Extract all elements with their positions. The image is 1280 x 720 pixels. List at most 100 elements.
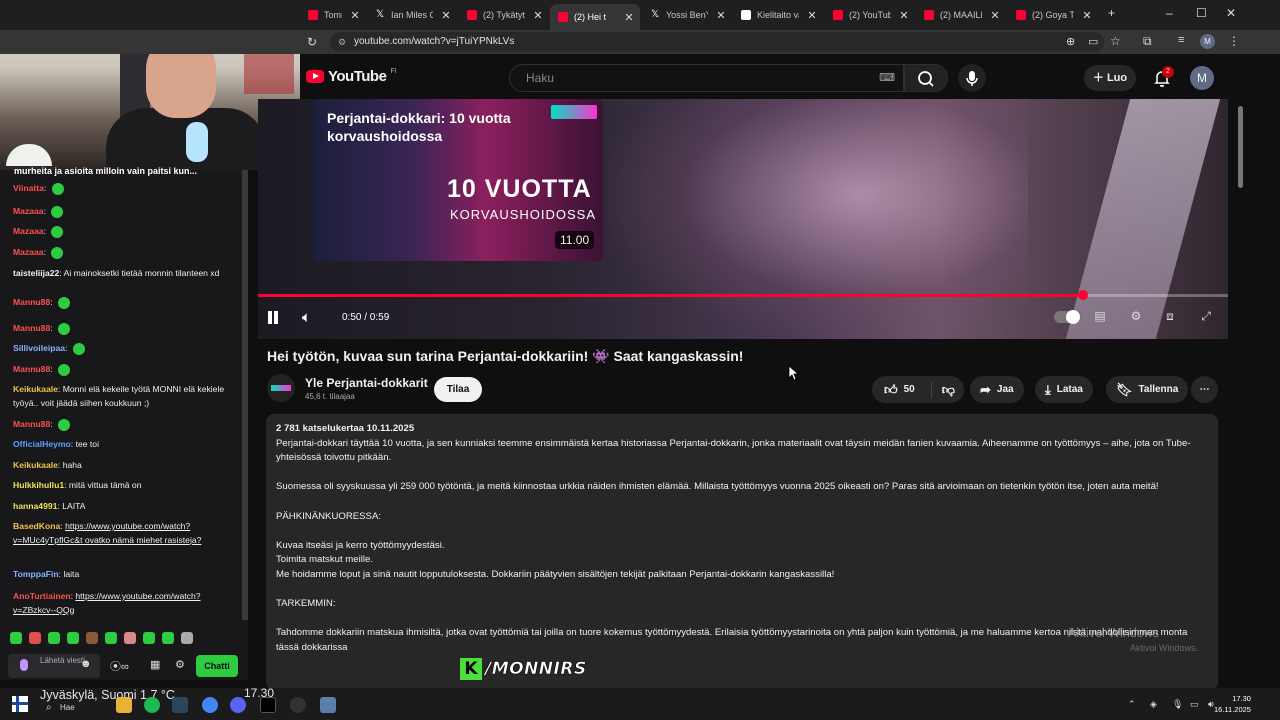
chrome-icon[interactable] [202,697,218,713]
search-input[interactable]: Haku ⌨ [509,64,904,92]
tab-close-icon[interactable]: ✕ [439,9,453,22]
chat-send-button[interactable]: Chatti [196,655,238,677]
chat-username[interactable]: Mazaaa [13,247,44,257]
reload-icon[interactable]: ↻ [307,35,317,49]
steam-icon[interactable] [172,697,188,713]
chat-username[interactable]: hanna4991 [13,501,57,511]
emote-icon[interactable] [48,632,60,644]
youtube-logo[interactable]: YouTube FI [306,68,397,85]
download-button[interactable]: ⤓ Lataa [1035,376,1093,403]
channel-avatar[interactable] [267,374,295,402]
tab-close-icon[interactable]: ✕ [622,11,636,24]
browser-tab[interactable]: Kielitaito va ✕ [733,4,823,26]
site-info-icon[interactable]: ⚙ [338,32,346,52]
browser-tab[interactable]: (2) YouTube ✕ [825,4,915,26]
search-button[interactable] [904,64,948,92]
browser-tab[interactable]: 𝕏 Ian Miles Ch ✕ [367,4,457,26]
emote-icon[interactable] [162,632,174,644]
system-clock[interactable]: 17.30 16.11.2025 [1214,693,1251,715]
autoplay-toggle[interactable] [1054,310,1082,324]
emote-icon[interactable] [10,632,22,644]
speaker-icon[interactable]: 🔊︎ [1208,699,1214,710]
like-count[interactable]: 50 [904,384,915,395]
emote-picker-icon[interactable]: ☻ [80,658,92,670]
miniplayer-icon[interactable]: ⧈ [1160,309,1180,325]
voice-search-button[interactable] [958,64,986,92]
bookmark-star-icon[interactable]: ☆ [1110,34,1121,48]
new-tab-button[interactable]: + [1108,6,1115,20]
emote-icon[interactable] [67,632,79,644]
store-icon[interactable]: ▦ [150,658,160,671]
pause-icon[interactable] [266,310,280,326]
chat-scrollbar[interactable] [242,170,248,620]
browser-tab[interactable]: (2) MAAILM ✕ [916,4,1006,26]
emote-icon[interactable] [143,632,155,644]
subtitles-icon[interactable]: ▤ [1090,309,1110,325]
chat-username[interactable]: Keikukaale [13,384,58,394]
progress-scrubber[interactable] [1078,290,1088,300]
page-scroll-thumb[interactable] [1238,106,1243,188]
chat-username[interactable]: Mannu88 [13,364,50,374]
emote-icon[interactable] [86,632,98,644]
video-player[interactable]: Perjantai-dokkari: 10 vuotta korvaushoid… [258,99,1228,339]
profile-avatar[interactable]: M [1200,34,1215,49]
share-button[interactable]: ➦ Jaa [970,376,1024,403]
address-bar[interactable]: ⚙ youtube.com/watch?v=jTuiYPNkLVs [330,32,1104,52]
channel-points-icon[interactable]: ⦿∞ [110,658,129,674]
file-explorer-icon[interactable] [116,697,132,713]
zoom-icon[interactable]: ⊕ [1066,35,1075,48]
browser-tab[interactable]: (2) Goya Tru ✕ [1008,4,1098,26]
save-button[interactable]: 🔖︎ Tallenna [1106,376,1189,403]
tab-close-icon[interactable]: ✕ [714,9,728,22]
obs-icon[interactable] [290,697,306,713]
emote-icon[interactable] [105,632,117,644]
chat-settings-icon[interactable]: ⚙ [175,658,185,671]
network-icon[interactable]: ▭ [1190,699,1199,710]
dislike-icon[interactable]: 👎︎ [930,381,955,398]
browser-tab[interactable]: (2) Tykätyt v ✕ [459,4,549,26]
tab-close-icon[interactable]: ✕ [348,9,362,22]
keyboard-icon[interactable]: ⌨ [879,65,895,91]
taskbar-search[interactable]: ⌕ Hae [40,699,100,717]
chat-username[interactable]: Mazaaa [13,226,44,236]
browser-menu-icon[interactable]: ⋮ [1228,34,1240,48]
extensions-icon[interactable]: ⧉ [1143,34,1152,49]
close-window-button[interactable]: ✕ [1226,6,1236,20]
chat-username[interactable]: Keikukaale [13,460,58,470]
chat-username[interactable]: taisteliija22 [13,268,59,278]
account-avatar[interactable]: M [1190,66,1214,90]
settings-gear-icon[interactable]: ⚙ [1126,309,1146,325]
chat-username[interactable]: AnoTurtiainen [13,591,71,601]
tab-close-icon[interactable]: ✕ [531,9,545,22]
tab-close-icon[interactable]: ✕ [897,9,911,22]
chat-username[interactable]: Mannu88 [13,297,50,307]
page-scrollbar[interactable] [1236,54,1244,690]
tray-mic-icon[interactable]: 🎙︎ [1172,699,1183,710]
minimize-button[interactable]: – [1166,6,1173,20]
chat-username[interactable]: Mannu88 [13,419,50,429]
volume-icon[interactable]: 🔈︎ [302,309,311,326]
create-button[interactable]: ＋ Luo [1084,65,1136,91]
chat-username[interactable]: BasedKona [13,521,60,531]
tab-close-icon[interactable]: ✕ [805,9,819,22]
end-screen-card[interactable]: Perjantai-dokkari: 10 vuotta korvaushoid… [313,99,603,261]
browser-tab[interactable]: (2) Hei t ✕ [550,4,640,30]
more-actions-button[interactable]: ⋯ [1191,376,1218,403]
subscribe-button[interactable]: Tilaa [434,377,482,402]
like-icon[interactable]: 👍︎ [884,382,898,398]
emote-icon[interactable] [124,632,136,644]
chat-username[interactable]: Mazaaa [13,206,44,216]
browser-tab[interactable]: Tommy Rob ✕ [300,4,366,26]
channel-name[interactable]: Yle Perjantai-dokkarit [305,376,428,390]
chat-username[interactable]: OfficialHeymo [13,439,71,449]
chat-username[interactable]: Sillivoileipaa [13,343,65,353]
emote-icon[interactable] [181,632,193,644]
tray-app-icon[interactable]: ◈ [1150,699,1157,710]
maximize-button[interactable]: ☐ [1196,6,1207,20]
chat-username[interactable]: Hulkkihullu1 [13,480,64,490]
emote-icon[interactable] [29,632,41,644]
fullscreen-icon[interactable]: ⤢ [1196,309,1216,325]
chat-username[interactable]: TomppaFin [13,569,59,579]
description-box[interactable]: 2 781 katselukertaa 10.11.2025 Perjantai… [266,414,1218,690]
tab-close-icon[interactable]: ✕ [1080,9,1094,22]
